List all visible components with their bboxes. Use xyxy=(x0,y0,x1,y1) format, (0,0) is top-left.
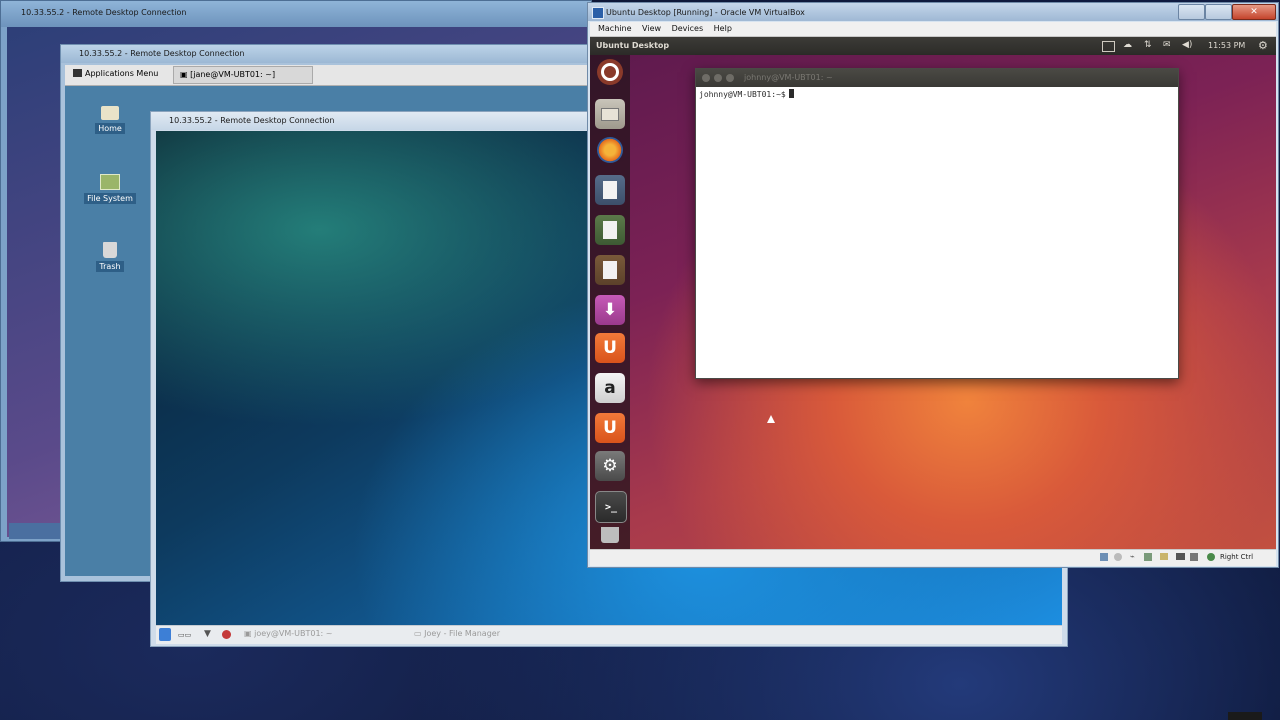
menu-view[interactable]: View xyxy=(642,22,661,36)
kde-task-terminal-label: joey@VM-UBT01: ~ xyxy=(254,629,333,638)
host-key-icon xyxy=(1207,553,1215,561)
network-icon[interactable]: ☁ xyxy=(1123,40,1132,50)
vbox-title: Ubuntu Desktop [Running] - Oracle VM Vir… xyxy=(606,8,805,17)
mouse-pointer-icon xyxy=(767,415,775,423)
host-taskbar-corner xyxy=(1228,712,1262,720)
keyboard-icon[interactable] xyxy=(1102,41,1115,52)
network-adapter-icon[interactable] xyxy=(1144,553,1152,561)
xfce-menu-icon xyxy=(73,69,82,77)
unity-launcher: ⬇ U a U ⚙ >_ xyxy=(590,55,630,549)
maximize-button[interactable] xyxy=(726,74,734,82)
optical-icon[interactable] xyxy=(1114,553,1122,561)
terminal-glyph: >_ xyxy=(604,501,618,513)
close-button[interactable]: ✕ xyxy=(1232,4,1276,20)
rdp-back-titlebar[interactable]: 10.33.55.2 - Remote Desktop Connection xyxy=(1,1,591,27)
impress-icon[interactable] xyxy=(595,255,625,285)
menu-machine[interactable]: Machine xyxy=(598,22,632,36)
settings-gear-icon[interactable]: ⚙ xyxy=(1258,39,1268,52)
folder-glyph xyxy=(601,107,619,121)
kde-panel: ▭▭ ▼ ▣ joey@VM-UBT01: ~ ▭ Joey - File Ma… xyxy=(156,625,1062,644)
settings-icon[interactable]: ⚙ xyxy=(595,451,625,481)
desktop-icon-label: File System xyxy=(84,193,136,204)
vbox-titlebar[interactable]: Ubuntu Desktop [Running] - Oracle VM Vir… xyxy=(588,3,1278,21)
writer-icon[interactable] xyxy=(595,175,625,205)
display-icon[interactable] xyxy=(1176,553,1185,560)
clock[interactable]: 11:53 PM xyxy=(1208,41,1245,50)
maximize-button[interactable] xyxy=(1205,4,1232,20)
kde-launcher-icon[interactable] xyxy=(159,628,171,641)
ubuntu-one-icon[interactable]: U xyxy=(595,333,625,363)
applications-menu-button[interactable]: Applications Menu xyxy=(73,69,158,78)
desktop-icon-home[interactable]: Home xyxy=(83,106,137,134)
menu-help[interactable]: Help xyxy=(714,22,732,36)
folder-task-icon: ▭ xyxy=(414,629,425,638)
ubuntu-one-music-icon[interactable]: U xyxy=(595,413,625,443)
vbox-menubar: Machine View Devices Help xyxy=(590,22,1276,37)
terminal-prompt: johnny@VM-UBT01:~$ xyxy=(699,90,786,99)
kde-task-terminal[interactable]: ▣ joey@VM-UBT01: ~ xyxy=(244,629,333,638)
terminal-window[interactable]: johnny@VM-UBT01: ~ johnny@VM-UBT01:~$ xyxy=(695,68,1179,379)
files-icon[interactable] xyxy=(595,99,625,129)
text-cursor xyxy=(788,89,794,98)
firefox-icon[interactable] xyxy=(597,137,623,163)
terminal-task-icon: ▣ xyxy=(180,70,191,79)
slide-glyph xyxy=(603,261,617,279)
sheet-glyph xyxy=(603,221,617,239)
doc-glyph xyxy=(603,181,617,199)
volume-icon[interactable]: ◀) xyxy=(1182,40,1192,50)
drive-icon xyxy=(100,174,120,190)
terminal-title: johnny@VM-UBT01: ~ xyxy=(744,73,833,82)
desktop-icon-label: Home xyxy=(95,123,125,134)
ubuntu-window-title: Ubuntu Desktop xyxy=(596,41,670,50)
terminal-icon[interactable]: >_ xyxy=(595,491,627,523)
xfce-task-label: [jane@VM-UBT01: ~] xyxy=(190,70,276,79)
hdd-icon[interactable] xyxy=(1100,553,1108,561)
capture-icon[interactable] xyxy=(1190,553,1198,561)
folder-icon xyxy=(101,106,119,120)
ubuntu-top-panel: Ubuntu Desktop ☁ ⇅ ✉ ◀) 11:53 PM ⚙ xyxy=(590,37,1276,55)
vbox-statusbar: ⌁ Right Ctrl xyxy=(590,549,1276,566)
desktop-icon-label: Trash xyxy=(96,261,124,272)
trash-icon xyxy=(103,242,117,258)
usb-icon[interactable]: ⌁ xyxy=(1130,552,1135,561)
applications-menu-label: Applications Menu xyxy=(85,69,159,78)
dash-icon[interactable] xyxy=(597,59,623,85)
rdp-xfce-title: 10.33.55.2 - Remote Desktop Connection xyxy=(79,49,245,58)
minimize-button[interactable] xyxy=(1178,4,1205,20)
xfce-task-button[interactable]: ▣ [jane@VM-UBT01: ~] xyxy=(173,66,313,84)
settings-glyph: ⚙ xyxy=(602,456,618,476)
terminal-task-icon: ▣ xyxy=(244,629,255,638)
shared-folder-icon[interactable] xyxy=(1160,553,1168,560)
sort-icon[interactable]: ⇅ xyxy=(1144,40,1152,50)
close-button[interactable] xyxy=(702,74,710,82)
terminal-body[interactable]: johnny@VM-UBT01:~$ xyxy=(699,89,794,99)
software-center-icon[interactable]: ⬇ xyxy=(595,295,625,325)
panel-app-icon[interactable]: ▭▭ xyxy=(178,631,191,639)
dash-icon-glyph xyxy=(601,63,619,81)
menu-devices[interactable]: Devices xyxy=(672,22,704,36)
rdp-back-title: 10.33.55.2 - Remote Desktop Connection xyxy=(21,8,187,17)
desktop-icon-trash[interactable]: Trash xyxy=(83,242,137,272)
mail-icon[interactable]: ✉ xyxy=(1163,40,1171,50)
desktop-icon-file-system[interactable]: File System xyxy=(83,174,137,204)
rdp-xfce-titlebar[interactable]: 10.33.55.2 - Remote Desktop Connection xyxy=(61,45,601,63)
terminal-titlebar[interactable]: johnny@VM-UBT01: ~ xyxy=(696,69,1178,87)
network-icon[interactable]: ▼ xyxy=(204,629,211,639)
kde-task-file-manager-label: Joey - File Manager xyxy=(424,629,500,638)
record-icon[interactable] xyxy=(222,630,231,639)
kde-task-file-manager[interactable]: ▭ Joey - File Manager xyxy=(414,629,500,638)
rdp-back-taskbar xyxy=(9,523,65,539)
amazon-glyph: a xyxy=(604,378,616,398)
rdp-kde-title: 10.33.55.2 - Remote Desktop Connection xyxy=(169,116,335,125)
trash-icon[interactable] xyxy=(601,527,619,543)
vbox-app-icon xyxy=(592,7,604,19)
amazon-icon[interactable]: a xyxy=(595,373,625,403)
calc-icon[interactable] xyxy=(595,215,625,245)
minimize-button[interactable] xyxy=(714,74,722,82)
host-key-label: Right Ctrl xyxy=(1220,553,1254,561)
xfce-panel: Applications Menu ▣ [jane@VM-UBT01: ~] xyxy=(65,65,601,86)
